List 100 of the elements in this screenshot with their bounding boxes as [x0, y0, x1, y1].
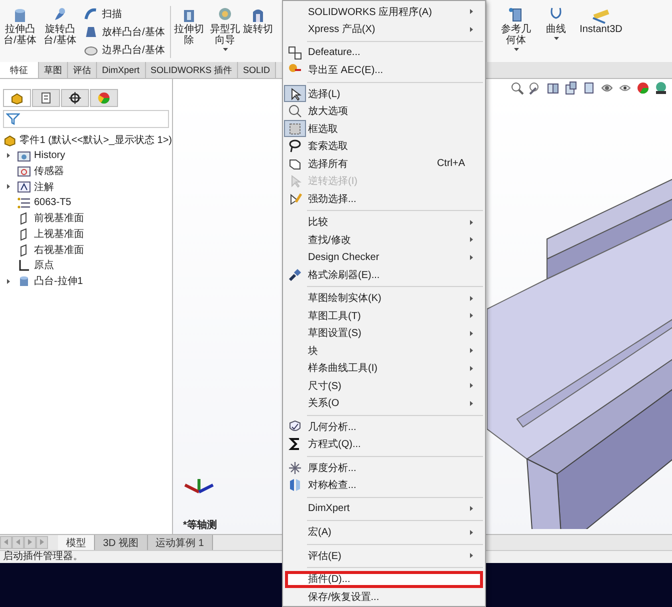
- menu-item[interactable]: 导出至 AEC(E)...: [285, 62, 483, 79]
- material-icon: [17, 196, 31, 210]
- appearance-icon: [636, 81, 650, 95]
- toolbar-button[interactable]: 扫描: [84, 6, 170, 21]
- menu-item[interactable]: 放大选项: [285, 102, 483, 120]
- part-icon: [3, 132, 17, 147]
- tree-item[interactable]: 前视基准面: [34, 211, 84, 226]
- crosshair-icon: [68, 91, 82, 105]
- tab[interactable]: 模型: [58, 535, 95, 550]
- filter-field[interactable]: [3, 110, 169, 128]
- part-icon: [10, 91, 24, 105]
- toolbar-button[interactable]: 异型孔向导: [207, 6, 243, 51]
- submenu-arrow-icon: [470, 530, 473, 535]
- menu-item[interactable]: 厚度分析...: [285, 459, 483, 476]
- menu-item[interactable]: 插件(D)...: [285, 570, 483, 588]
- property-icon: [39, 91, 53, 105]
- toolbar-button[interactable]: 旋转切: [243, 6, 273, 35]
- menu-item[interactable]: 套索选取: [285, 138, 483, 155]
- submenu-arrow-icon: [470, 348, 473, 354]
- lasso-icon: [288, 139, 302, 154]
- menu-item[interactable]: 对称检查...: [285, 476, 483, 494]
- menu-item[interactable]: Design Checker: [285, 248, 483, 266]
- tree-item[interactable]: 6063-T5: [34, 197, 72, 208]
- submenu-arrow-icon: [470, 26, 473, 32]
- previous-view-icon: [546, 81, 560, 95]
- menu-item[interactable]: 草图工具(T): [285, 307, 483, 324]
- tab[interactable]: SOLIDWORKS 插件: [146, 62, 238, 78]
- tab[interactable]: 运动算例 1: [148, 535, 213, 550]
- expand-arrow-icon[interactable]: [6, 278, 11, 284]
- menu-item[interactable]: 样条曲线工具(I): [285, 360, 483, 377]
- tree-item[interactable]: 凸台-拉伸1: [34, 274, 83, 288]
- tree-item[interactable]: 注解: [34, 180, 54, 194]
- tab[interactable]: 特征: [0, 62, 39, 78]
- tab[interactable]: 草图: [39, 62, 68, 78]
- toolbar-button[interactable]: 参考几何体: [499, 6, 533, 51]
- submenu-arrow-icon: [470, 553, 473, 558]
- origin-icon: [17, 258, 31, 272]
- annotation-icon: [17, 180, 31, 194]
- tab[interactable]: SOLID: [238, 62, 276, 78]
- expand-arrow-icon[interactable]: [6, 153, 11, 158]
- tab[interactable]: 3D 视图: [95, 535, 148, 550]
- tree-item[interactable]: History: [34, 150, 66, 162]
- menu-item[interactable]: 保存/恢复设置...: [285, 588, 483, 606]
- menu-item[interactable]: Xpress 产品(X): [285, 20, 483, 38]
- menu-item[interactable]: 格式涂刷器(E)...: [285, 266, 483, 284]
- menu-item[interactable]: 关系(O: [285, 394, 483, 412]
- caret-icon: [554, 37, 558, 40]
- loft-icon: [84, 24, 98, 38]
- tree-item[interactable]: 零件1 (默认<<默认>_显示状态 1>): [20, 132, 172, 147]
- view-label: *等轴测: [183, 518, 217, 532]
- toolbar-button[interactable]: 旋转凸台/基体: [40, 6, 80, 46]
- symmetry-icon: [288, 478, 302, 492]
- toolbar-button[interactable]: 拉伸凸台/基体: [0, 6, 40, 46]
- scene-icon: [654, 81, 668, 95]
- menu-item[interactable]: 几何分析...: [285, 418, 483, 436]
- tree-item[interactable]: 原点: [34, 258, 54, 272]
- submenu-arrow-icon: [470, 296, 473, 301]
- extrude-icon: [12, 6, 28, 24]
- menu-item[interactable]: 块: [285, 342, 483, 360]
- menu-item[interactable]: 框选取: [285, 120, 483, 138]
- menu-item[interactable]: 宏(A): [285, 524, 483, 541]
- panel-tab[interactable]: [32, 89, 60, 107]
- expand-arrow-icon[interactable]: [6, 184, 11, 190]
- panel-tab[interactable]: [61, 89, 89, 107]
- box-select-icon: [288, 122, 302, 136]
- menu-item[interactable]: Defeature...: [285, 44, 483, 62]
- menu-item[interactable]: 选择(L): [285, 85, 483, 102]
- tree-item[interactable]: 上视基准面: [34, 226, 84, 241]
- toolbar-button[interactable]: Instant3D: [579, 6, 623, 35]
- menu-item[interactable]: 比较: [285, 214, 483, 231]
- toolbar-button[interactable]: 边界凸台/基体: [84, 42, 170, 57]
- sensor-icon: [17, 164, 31, 178]
- menu-item[interactable]: 草图设置(S): [285, 324, 483, 342]
- submenu-arrow-icon: [470, 330, 473, 336]
- submenu-arrow-icon: [470, 237, 473, 242]
- menu-item[interactable]: 尺寸(S): [285, 377, 483, 394]
- toolbar-button[interactable]: 放样凸台/基体: [84, 24, 170, 39]
- filter-icon: [6, 112, 20, 126]
- toolbar-button[interactable]: 拉伸切除: [171, 6, 207, 46]
- sweep-icon: [84, 6, 98, 20]
- menu-item[interactable]: 强劲选择...: [285, 190, 483, 208]
- select-all-icon: [288, 156, 302, 171]
- menu-item[interactable]: 草图绘制实体(K): [285, 290, 483, 307]
- submenu-arrow-icon: [470, 254, 473, 260]
- menu-item[interactable]: DimXpert: [285, 500, 483, 518]
- menu-item[interactable]: 评估(E): [285, 547, 483, 564]
- submenu-arrow-icon: [470, 9, 473, 14]
- tab[interactable]: DimXpert: [97, 62, 146, 78]
- menu-item[interactable]: SOLIDWORKS 应用程序(A): [285, 3, 483, 20]
- panel-tab[interactable]: [3, 89, 31, 107]
- menu-item[interactable]: 方程式(Q)...: [285, 436, 483, 453]
- boss-extrude-icon: [17, 274, 31, 288]
- menu-item[interactable]: 查找/修改: [285, 231, 483, 248]
- tab[interactable]: 评估: [68, 62, 97, 78]
- appearance-icon: [97, 91, 111, 105]
- tree-item[interactable]: 传感器: [34, 164, 64, 178]
- menu-item[interactable]: 选择所有 Ctrl+A: [285, 155, 483, 172]
- toolbar-button[interactable]: 曲线: [539, 6, 573, 40]
- tree-item[interactable]: 右视基准面: [34, 242, 84, 257]
- zoom-fit-icon: [510, 81, 524, 95]
